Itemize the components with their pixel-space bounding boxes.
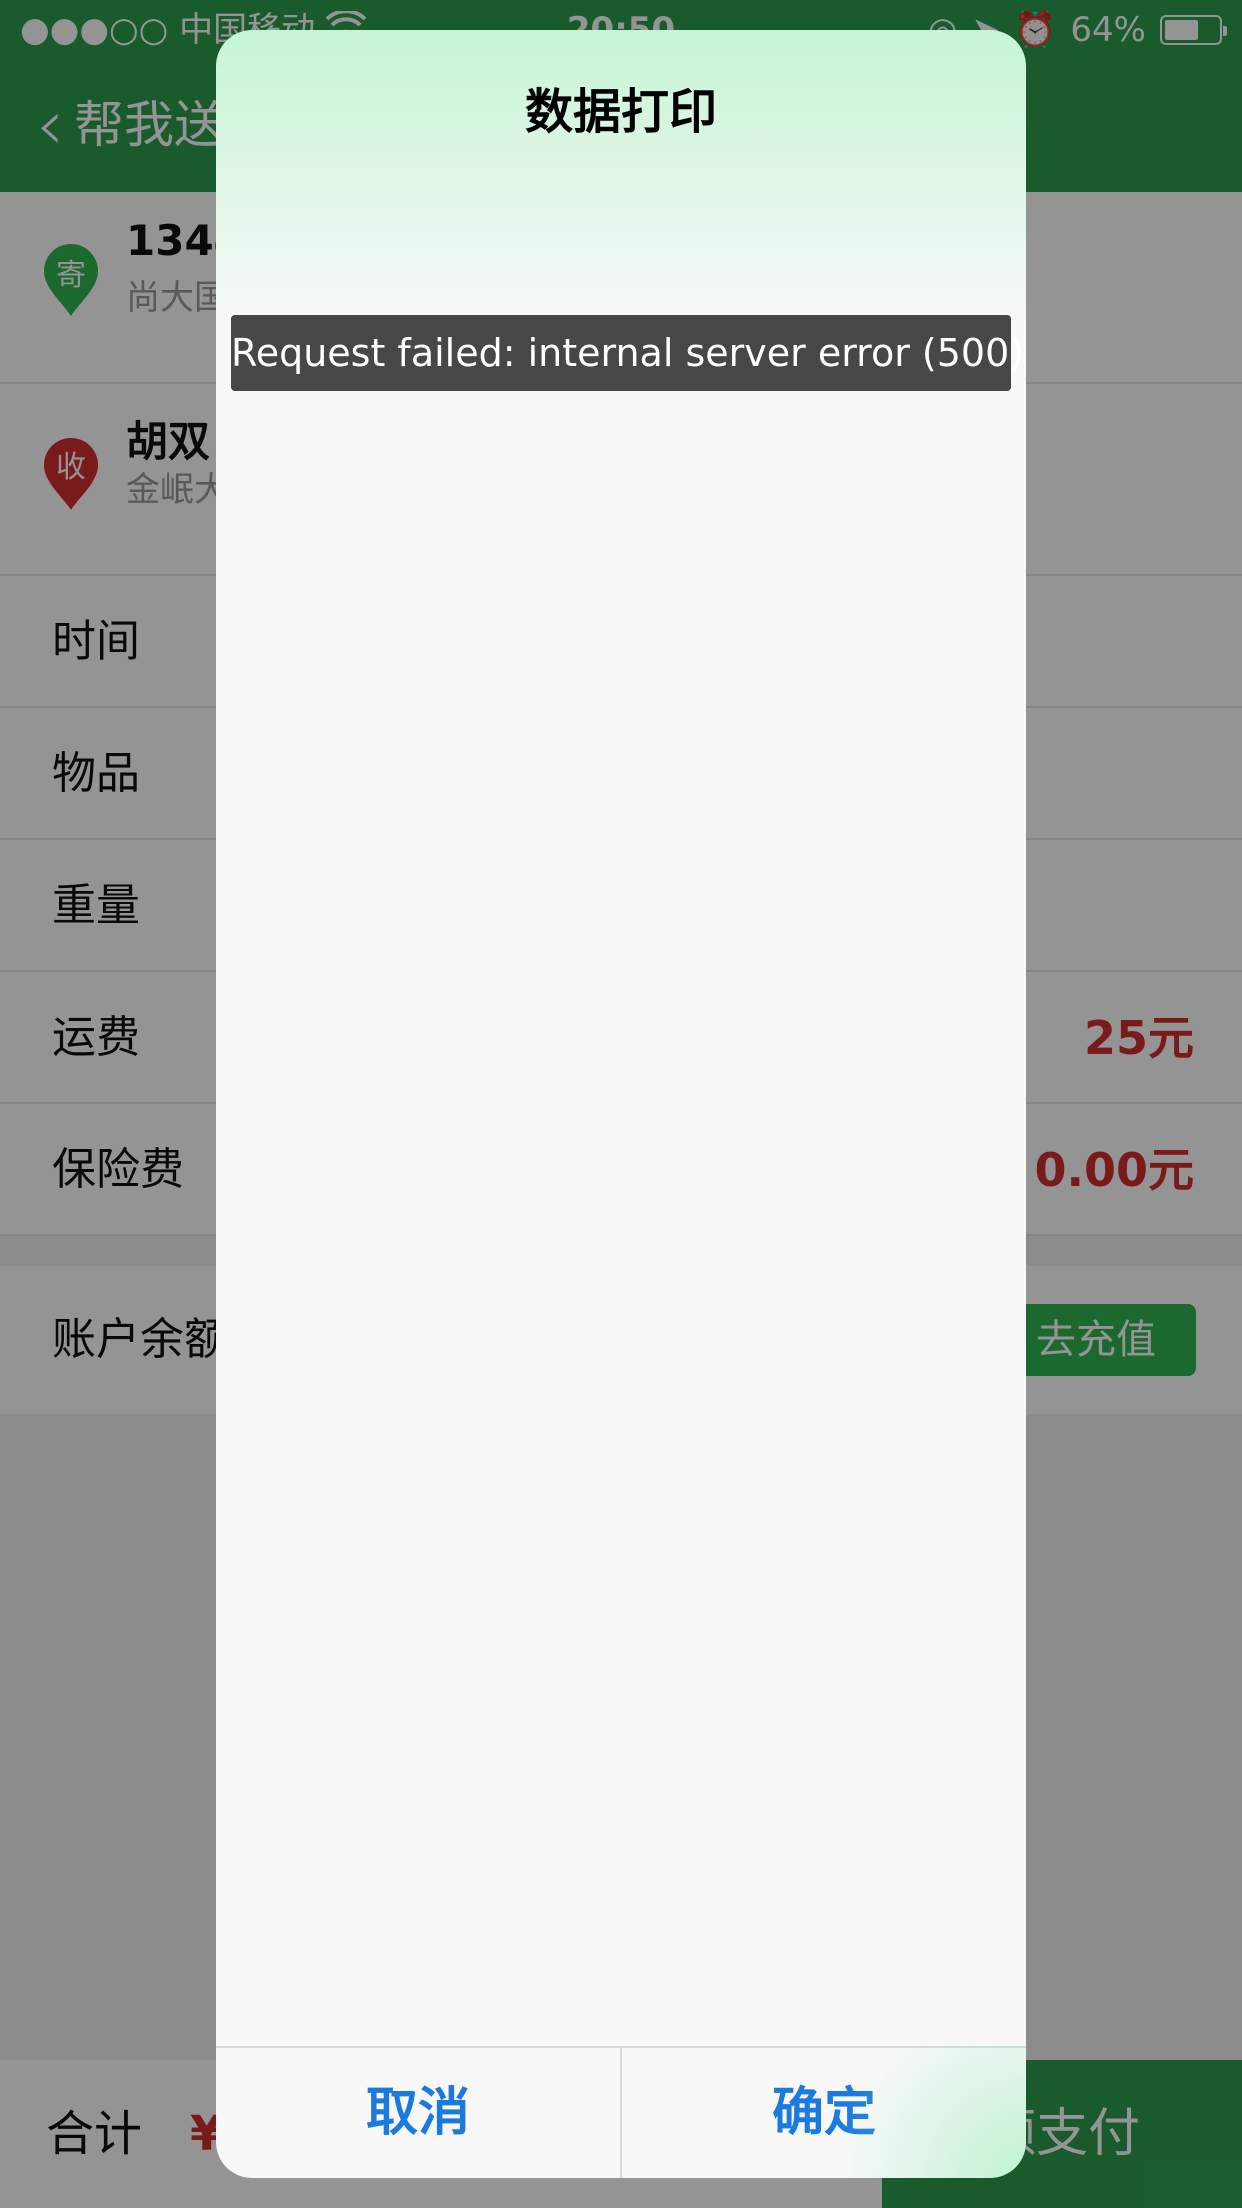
dialog-title: 数据打印 xyxy=(524,84,717,140)
cancel-button[interactable]: 取消 xyxy=(216,2048,620,2178)
error-toast: Request failed: internal server error (5… xyxy=(231,315,1024,391)
confirm-button[interactable]: 确定 xyxy=(620,2048,1026,2178)
dialog-actions: 取消 确定 xyxy=(216,2046,1026,2178)
alert-dialog: 数据打印 Request failed: internal server err… xyxy=(216,30,1026,2178)
